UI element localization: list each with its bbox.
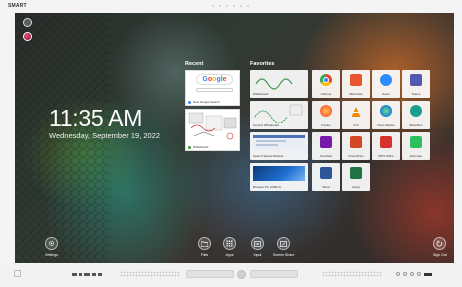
favorite-excel[interactable]: Excel [342, 163, 370, 191]
favorite-onenote[interactable]: OneNote [312, 132, 340, 160]
evernote-icon [410, 136, 422, 148]
top-bezel-sensors [212, 5, 252, 7]
favorite-zoom[interactable]: Zoom [372, 70, 400, 98]
favorite-label: Ground Whiteboard [253, 123, 280, 127]
favorite-wps-office[interactable]: WPS Office [372, 132, 400, 160]
saved-website-icon [253, 135, 305, 150]
favorite-label: PowerPoint [348, 154, 364, 158]
home-button[interactable] [237, 270, 246, 279]
zoom-icon [380, 74, 392, 86]
screen-share-button[interactable]: Screen Share [273, 237, 294, 257]
whiteboard-icon [255, 78, 293, 90]
favorite-label: WPS Office [378, 154, 394, 158]
recent-item-label: New Google Search [193, 100, 220, 104]
favorite-ground-whiteboard[interactable]: Ground Whiteboard [250, 101, 308, 129]
favorite-label: Browser PC (USB-C) [253, 185, 282, 189]
favorite-label: Evernote [409, 154, 422, 158]
input-icon [251, 237, 264, 250]
recent-title: Recent [185, 61, 204, 67]
favorite-boardtec[interactable]: BoardTec [402, 101, 430, 129]
files-button[interactable]: Files [198, 237, 211, 257]
favorite-firefox[interactable]: Firefox [312, 101, 340, 129]
favorite-label: BoardTec [409, 123, 423, 127]
favorite-label: Search Saved Website [253, 154, 284, 158]
favorite-label: Firefox [321, 123, 331, 127]
favorite-label: Web Files [349, 92, 363, 96]
favorite-browser-pc[interactable]: Browser PC (USB-C) [250, 163, 308, 191]
volume-down-control[interactable] [186, 270, 234, 278]
usb-ports [72, 272, 104, 276]
favorite-label: VLC [353, 123, 359, 127]
pen-icon [188, 146, 191, 149]
favorite-vlc[interactable]: VLC [342, 101, 370, 129]
clock-time: 11:35 AM [49, 105, 143, 131]
excel-icon [350, 167, 362, 179]
favorite-label: Teams [411, 92, 421, 96]
sign-out-icon [433, 237, 447, 250]
search-box-preview [196, 88, 233, 92]
recent-item-label: Whiteboard [193, 145, 209, 149]
favorite-evernote[interactable]: Evernote [402, 132, 430, 160]
gear-icon [45, 237, 58, 250]
favorite-label: Zoom [382, 92, 390, 96]
apps-button[interactable]: Apps [223, 237, 236, 257]
favorite-webex[interactable]: Cisco Webex [372, 101, 400, 129]
favorite-label: Chrome [320, 92, 332, 96]
screen-share-label: Screen Share [273, 253, 295, 257]
files-label: Files [200, 253, 209, 257]
avatar[interactable] [23, 32, 32, 41]
favorite-label: Cisco Webex [377, 123, 395, 127]
favorite-web-files[interactable]: Web Files [342, 70, 370, 98]
favorite-word[interactable]: Word [312, 163, 340, 191]
sign-out-label: Sign Out [433, 253, 447, 257]
recent-item-whiteboard[interactable]: Whiteboard [185, 109, 240, 151]
settings-button[interactable]: Settings [45, 237, 58, 257]
favorite-whiteboard[interactable]: Whiteboard [250, 70, 308, 98]
chrome-icon [320, 74, 332, 86]
web-files-icon [350, 74, 362, 86]
favorite-label: OneNote [319, 154, 332, 158]
speaker-grille-left [120, 271, 180, 277]
speaker-grille-right [322, 271, 382, 277]
apps-grid-icon [223, 237, 236, 250]
chrome-icon [188, 101, 191, 104]
brand-logo: SMART [8, 3, 27, 9]
whiteboard-preview [188, 112, 237, 140]
account-icon[interactable] [23, 18, 32, 27]
wps-office-icon [380, 136, 392, 148]
teams-icon [410, 74, 422, 86]
favorites-title: Favorites [250, 61, 275, 67]
favorite-saved-website[interactable]: Search Saved Website [250, 132, 308, 160]
front-buttons[interactable] [396, 271, 436, 277]
favorite-teams[interactable]: Teams [402, 70, 430, 98]
word-icon [320, 167, 332, 179]
folder-icon [198, 237, 211, 250]
favorite-chrome[interactable]: Chrome [312, 70, 340, 98]
sign-out-button[interactable]: Sign Out [433, 237, 447, 257]
boardtec-icon [410, 105, 422, 117]
webex-icon [380, 105, 392, 117]
powerpoint-icon [350, 136, 362, 148]
apps-label: Apps [225, 253, 234, 257]
volume-up-control[interactable] [250, 270, 298, 278]
power-button-icon[interactable] [14, 270, 21, 277]
onenote-icon [320, 136, 332, 148]
favorite-label: Excel [352, 185, 360, 189]
favorite-label: Whiteboard [253, 92, 269, 96]
clock-date: Wednesday, September 19, 2022 [49, 131, 161, 140]
browser-pc-icon [253, 166, 305, 181]
favorite-label: Word [322, 185, 330, 189]
display-device: SMART 11:35 AM Wednesday, September 19, … [0, 0, 462, 287]
vlc-icon [350, 105, 362, 117]
settings-label: Settings [45, 253, 58, 257]
ground-whiteboard-icon [254, 104, 303, 124]
favorite-powerpoint[interactable]: PowerPoint [342, 132, 370, 160]
screen-share-icon [277, 237, 291, 250]
google-logo: Google [196, 74, 233, 85]
firefox-icon [320, 105, 332, 117]
input-button[interactable]: Input [251, 237, 264, 257]
input-label: Input [253, 253, 262, 257]
recent-item-google[interactable]: Google New Google Search [185, 70, 240, 106]
home-screen: 11:35 AM Wednesday, September 19, 2022 R… [15, 13, 454, 263]
